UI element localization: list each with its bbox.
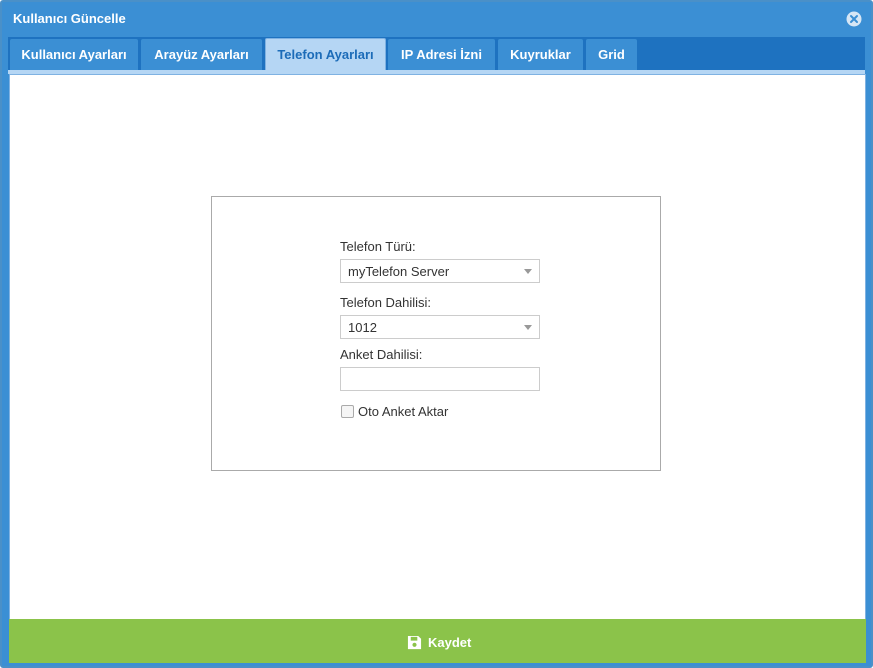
chevron-down-icon <box>524 325 532 330</box>
phone-type-select[interactable]: myTelefon Server <box>340 259 540 283</box>
phone-type-label: Telefon Türü: <box>340 239 416 254</box>
phone-extension-select[interactable]: 1012 <box>340 315 540 339</box>
dialog-titlebar: Kullanıcı Güncelle <box>2 2 871 36</box>
auto-survey-label: Oto Anket Aktar <box>358 404 449 419</box>
tab-user-settings[interactable]: Kullanıcı Ayarları <box>10 39 138 70</box>
close-icon[interactable] <box>846 11 862 27</box>
chevron-down-icon <box>524 269 532 274</box>
phone-type-value: myTelefon Server <box>348 264 450 279</box>
save-button-label: Kaydet <box>428 634 472 650</box>
phone-settings-panel: Telefon Türü: myTelefon Server Telefon D… <box>211 196 661 471</box>
tab-queues[interactable]: Kuyruklar <box>498 39 583 70</box>
phone-extension-value: 1012 <box>348 320 377 335</box>
survey-extension-input[interactable] <box>340 367 540 391</box>
dialog-footer: Kaydet <box>9 619 866 663</box>
auto-survey-checkbox[interactable] <box>341 405 354 418</box>
floppy-disk-icon <box>407 635 422 649</box>
tab-content: Telefon Türü: myTelefon Server Telefon D… <box>9 74 866 620</box>
survey-extension-label: Anket Dahilisi: <box>340 347 423 362</box>
tab-bar: Kullanıcı Ayarları Arayüz Ayarları Telef… <box>8 37 865 70</box>
tab-phone-settings[interactable]: Telefon Ayarları <box>265 38 386 70</box>
dialog-title: Kullanıcı Güncelle <box>13 11 126 26</box>
tab-interface-settings[interactable]: Arayüz Ayarları <box>141 39 262 70</box>
save-button[interactable]: Kaydet <box>407 633 471 651</box>
dialog-window: Kullanıcı Güncelle Kullanıcı Ayarları Ar… <box>0 0 873 668</box>
phone-extension-label: Telefon Dahilisi: <box>340 295 432 310</box>
tab-ip-address-permission[interactable]: IP Adresi İzni <box>388 39 495 70</box>
tab-grid[interactable]: Grid <box>586 39 637 70</box>
